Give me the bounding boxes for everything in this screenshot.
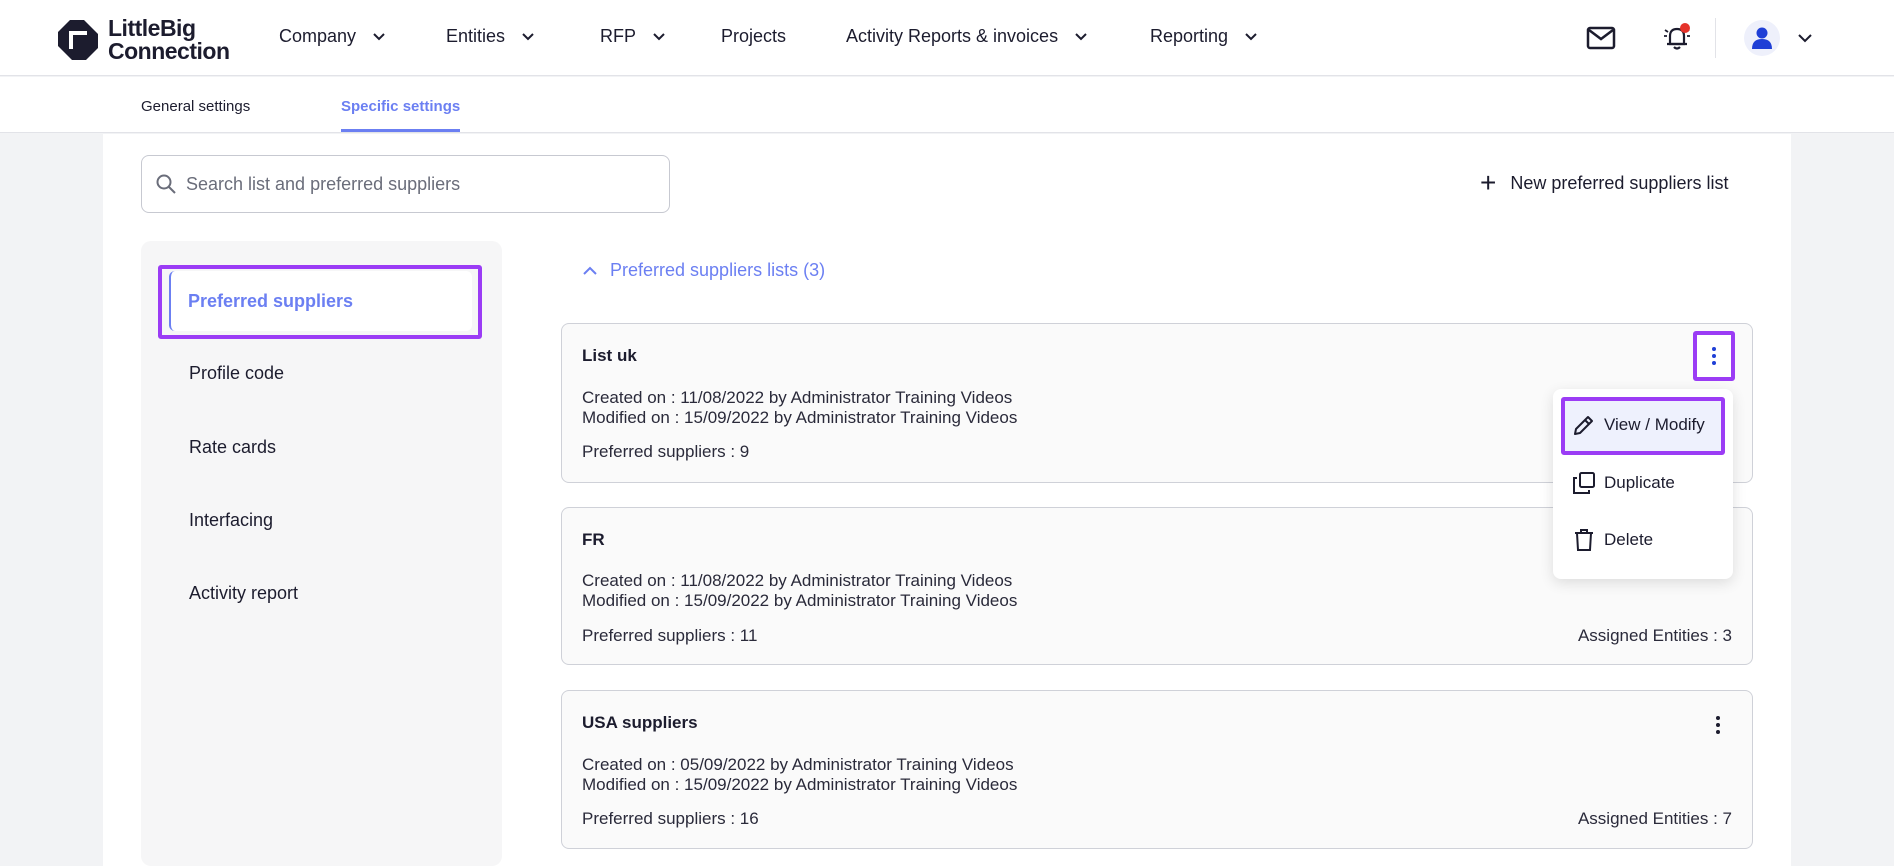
duplicate-icon xyxy=(1573,472,1595,494)
logo[interactable]: LittleBig Connection xyxy=(58,17,230,63)
nav-projects-label: Projects xyxy=(721,26,787,46)
sidebar-item-preferred-suppliers[interactable]: Preferred suppliers xyxy=(169,271,472,331)
logo-text: LittleBig Connection xyxy=(108,17,230,63)
new-preferred-suppliers-list-button[interactable]: + New preferred suppliers list xyxy=(1480,167,1729,198)
trash-icon xyxy=(1575,529,1593,551)
plus-icon: + xyxy=(1480,167,1497,198)
nav-company[interactable]: Company xyxy=(279,26,386,47)
list-card-usa-suppliers[interactable]: USA suppliers Created on : 05/09/2022 by… xyxy=(561,690,1753,849)
messages-button[interactable] xyxy=(1583,20,1619,56)
list-suppliers-count: Preferred suppliers : 16 xyxy=(582,809,759,828)
search-icon xyxy=(156,174,176,194)
mail-icon xyxy=(1586,26,1616,50)
sidebar-item-profile-code[interactable]: Profile code xyxy=(189,363,284,384)
more-vertical-icon xyxy=(1712,347,1716,365)
menu-item-view-modify[interactable]: View / Modify xyxy=(1572,413,1705,437)
list-modified: Modified on : 15/09/2022 by Administrato… xyxy=(582,408,1018,427)
nav-rfp[interactable]: RFP xyxy=(600,26,666,47)
search-box[interactable] xyxy=(141,155,670,213)
search-input[interactable] xyxy=(186,173,646,195)
sidebar-item-activity-report[interactable]: Activity report xyxy=(189,583,298,604)
user-icon xyxy=(1752,27,1772,49)
list-uk-more-button[interactable] xyxy=(1693,331,1735,381)
logo-line-1: LittleBig xyxy=(108,15,196,41)
top-navigation-bar: LittleBig Connection Company Entities RF… xyxy=(0,0,1894,76)
chevron-up-icon xyxy=(583,266,597,275)
nav-rfp-label: RFP xyxy=(600,26,636,46)
nav-reporting[interactable]: Reporting xyxy=(1150,26,1258,47)
menu-item-duplicate[interactable]: Duplicate xyxy=(1572,471,1675,495)
list-suppliers-count: Preferred suppliers : 11 xyxy=(582,626,758,645)
nav-entities-label: Entities xyxy=(446,26,506,46)
menu-item-label: View / Modify xyxy=(1604,415,1705,434)
menu-item-delete[interactable]: Delete xyxy=(1572,528,1653,552)
bell-icon xyxy=(1664,23,1690,50)
list-name: USA suppliers xyxy=(582,713,698,732)
list-created: Created on : 05/09/2022 by Administrator… xyxy=(582,755,1014,774)
settings-tabs: General settings Specific settings xyxy=(0,77,1894,133)
notifications-button[interactable] xyxy=(1659,20,1695,56)
nav-reporting-label: Reporting xyxy=(1150,26,1229,46)
header-divider xyxy=(1715,18,1716,58)
menu-item-label: Duplicate xyxy=(1604,473,1675,492)
menu-item-label: Delete xyxy=(1604,530,1654,549)
logo-mark-icon xyxy=(58,20,98,60)
lists-header-label: Preferred suppliers lists (3) xyxy=(610,260,826,280)
nav-activity-reports[interactable]: Activity Reports & invoices xyxy=(846,26,1088,47)
nav-projects[interactable]: Projects xyxy=(721,26,786,47)
sidebar-item-rate-cards[interactable]: Rate cards xyxy=(189,437,276,458)
usa-suppliers-more-button[interactable] xyxy=(1703,710,1733,740)
chevron-down-icon xyxy=(1075,32,1087,40)
chevron-down-icon[interactable] xyxy=(1797,31,1813,45)
preferred-suppliers-lists-toggle[interactable]: Preferred suppliers lists (3) xyxy=(582,260,825,281)
more-vertical-icon xyxy=(1716,716,1720,734)
list-name: List uk xyxy=(582,346,637,365)
sidebar-item-interfacing[interactable]: Interfacing xyxy=(189,510,273,531)
logo-line-2: Connection xyxy=(108,38,230,64)
list-modified: Modified on : 15/09/2022 by Administrato… xyxy=(582,775,1018,794)
avatar[interactable] xyxy=(1744,20,1780,56)
list-assigned-entities: Assigned Entities : 3 xyxy=(1577,626,1732,645)
list-name: FR xyxy=(582,530,605,549)
list-modified: Modified on : 15/09/2022 by Administrato… xyxy=(582,591,1018,610)
tab-specific-settings[interactable]: Specific settings xyxy=(341,98,461,132)
nav-activity-reports-label: Activity Reports & invoices xyxy=(846,26,1059,46)
chevron-down-icon xyxy=(1245,32,1257,40)
chevron-down-icon xyxy=(653,32,665,40)
new-list-label: New preferred suppliers list xyxy=(1510,172,1729,193)
list-created: Created on : 11/08/2022 by Administrator… xyxy=(582,388,1013,407)
list-created: Created on : 11/08/2022 by Administrator… xyxy=(582,571,1013,590)
tab-general-settings[interactable]: General settings xyxy=(141,98,250,129)
list-assigned-entities: Assigned Entities : 7 xyxy=(1577,809,1732,828)
chevron-down-icon xyxy=(522,32,534,40)
nav-entities[interactable]: Entities xyxy=(446,26,535,47)
nav-company-label: Company xyxy=(279,26,357,46)
pencil-icon xyxy=(1574,416,1593,435)
list-suppliers-count: Preferred suppliers : 9 xyxy=(582,442,750,461)
chevron-down-icon xyxy=(373,32,385,40)
